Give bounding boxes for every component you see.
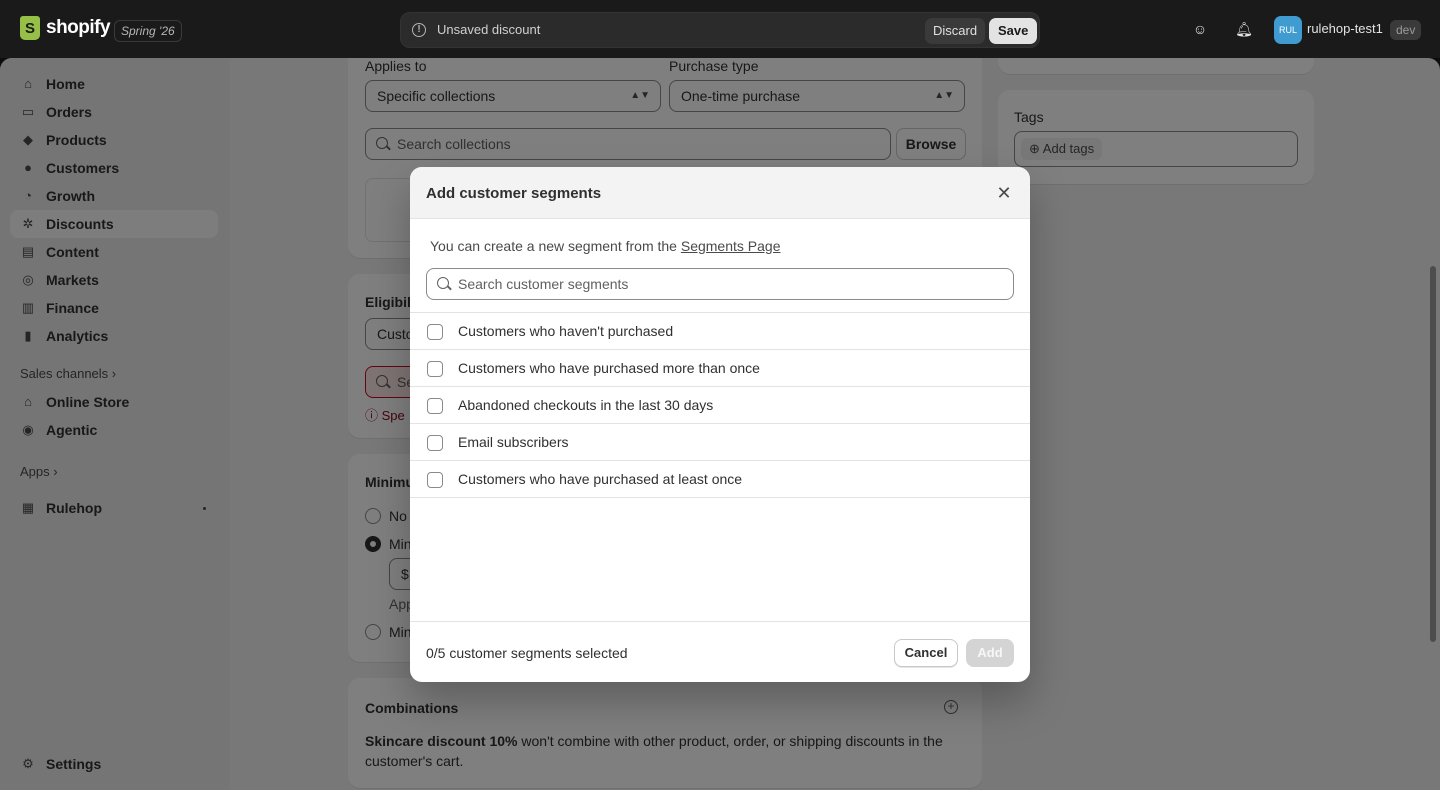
selected-count: 0/5 customer segments selected <box>426 645 628 661</box>
close-icon[interactable]: ✕ <box>994 183 1014 203</box>
search-segments-input[interactable]: Search customer segments <box>426 268 1014 300</box>
add-button[interactable]: Add <box>966 639 1014 667</box>
segment-checkbox[interactable] <box>427 435 443 451</box>
segment-label: Abandoned checkouts in the last 30 days <box>458 397 714 413</box>
segment-row[interactable]: Customers who haven't purchased <box>410 313 1030 350</box>
segment-row[interactable]: Customers who have purchased at least on… <box>410 461 1030 498</box>
segment-label: Customers who have purchased at least on… <box>458 471 743 487</box>
search-icon <box>437 277 449 289</box>
cancel-button[interactable]: Cancel <box>894 639 958 667</box>
segment-checkbox[interactable] <box>427 361 443 377</box>
search-placeholder: Search customer segments <box>458 276 629 292</box>
shopify-bag-icon <box>20 16 40 40</box>
modal-footer: 0/5 customer segments selected Cancel Ad… <box>410 621 1030 682</box>
segment-checkbox[interactable] <box>427 324 443 340</box>
segment-checkbox[interactable] <box>427 398 443 414</box>
top-bar: shopify Spring '26 ! Unsaved discount Di… <box>0 0 1440 58</box>
segment-label: Customers who have purchased more than o… <box>458 360 760 376</box>
unsaved-changes-bar: ! Unsaved discount Discard Save <box>400 12 1040 48</box>
segment-checkbox[interactable] <box>427 472 443 488</box>
hint-text: You can create a new segment from the <box>430 238 681 254</box>
logo-text: shopify <box>46 17 111 38</box>
segment-row[interactable]: Customers who have purchased more than o… <box>410 350 1030 387</box>
add-customer-segments-modal: Add customer segments ✕ You can create a… <box>410 167 1030 682</box>
segment-row[interactable]: Abandoned checkouts in the last 30 days <box>410 387 1030 424</box>
modal-title: Add customer segments <box>426 185 602 202</box>
segment-row[interactable]: Email subscribers <box>410 424 1030 461</box>
segment-label: Customers who haven't purchased <box>458 323 674 339</box>
dev-badge: dev <box>1390 20 1422 40</box>
store-name[interactable]: rulehop-test1 <box>1307 21 1383 36</box>
alert-circle-icon: ! <box>412 23 426 37</box>
segments-page-link[interactable]: Segments Page <box>681 238 781 254</box>
unsaved-text: Unsaved discount <box>437 22 541 37</box>
store-avatar[interactable]: RUL <box>1274 16 1302 44</box>
modal-header: Add customer segments ✕ <box>410 167 1030 219</box>
edition-badge[interactable]: Spring '26 <box>114 20 182 42</box>
shopify-logo[interactable]: shopify <box>20 16 111 40</box>
save-button[interactable]: Save <box>989 18 1038 44</box>
segment-label: Email subscribers <box>458 434 569 450</box>
bell-icon[interactable]: 🔔︎ <box>1235 20 1253 38</box>
modal-hint: You can create a new segment from the Se… <box>430 238 780 254</box>
sidekick-icon[interactable]: ☺ <box>1191 20 1209 38</box>
discard-button[interactable]: Discard <box>925 18 986 44</box>
segment-list: Customers who haven't purchased Customer… <box>410 312 1030 498</box>
